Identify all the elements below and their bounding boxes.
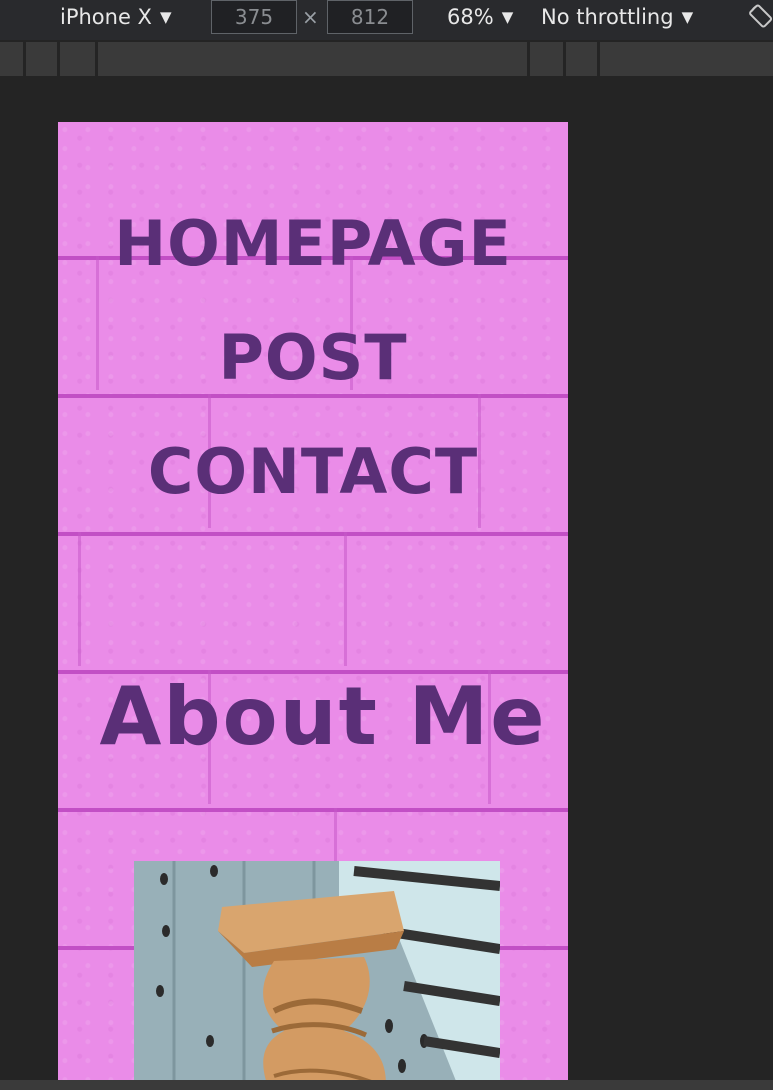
ruler-segment[interactable] bbox=[600, 42, 773, 76]
ruler-segment[interactable] bbox=[98, 42, 530, 76]
nav-post[interactable]: POST bbox=[58, 301, 568, 415]
ruler-segment[interactable] bbox=[26, 42, 60, 76]
ruler-segment[interactable] bbox=[0, 42, 26, 76]
ruler-segment[interactable] bbox=[60, 42, 98, 76]
about-heading: About Me bbox=[99, 670, 547, 763]
zoom-select[interactable]: 68% ▼ bbox=[447, 0, 513, 34]
dropdown-caret-icon: ▼ bbox=[681, 7, 694, 26]
height-input[interactable] bbox=[327, 0, 413, 34]
brick-joint bbox=[78, 532, 81, 666]
nav-contact[interactable]: CONTACT bbox=[58, 415, 568, 529]
dropdown-caret-icon: ▼ bbox=[159, 7, 172, 26]
ruler-segment[interactable] bbox=[530, 42, 566, 76]
main-nav: HOMEPAGE POST CONTACT bbox=[58, 187, 568, 529]
devtools-device-toolbar: iPhone X ▼ × 68% ▼ No throttling ▼ bbox=[0, 0, 773, 40]
device-viewport: HOMEPAGE POST CONTACT About Me bbox=[58, 122, 568, 1080]
rotate-icon[interactable] bbox=[749, 3, 773, 29]
caryatid-column-photo bbox=[134, 861, 500, 1080]
media-query-ruler bbox=[0, 42, 773, 76]
bottom-scrollbar[interactable] bbox=[0, 1080, 773, 1090]
dropdown-caret-icon: ▼ bbox=[501, 7, 514, 26]
device-label: iPhone X bbox=[60, 5, 152, 29]
width-input[interactable] bbox=[211, 0, 297, 34]
throttling-label: No throttling bbox=[541, 5, 674, 29]
throttling-select[interactable]: No throttling ▼ bbox=[541, 0, 693, 34]
zoom-label: 68% bbox=[447, 5, 494, 29]
device-select[interactable]: iPhone X ▼ bbox=[60, 0, 172, 34]
brick-joint bbox=[344, 532, 347, 666]
dimension-separator: × bbox=[302, 5, 319, 29]
ruler-segment[interactable] bbox=[566, 42, 600, 76]
nav-homepage[interactable]: HOMEPAGE bbox=[58, 187, 568, 301]
